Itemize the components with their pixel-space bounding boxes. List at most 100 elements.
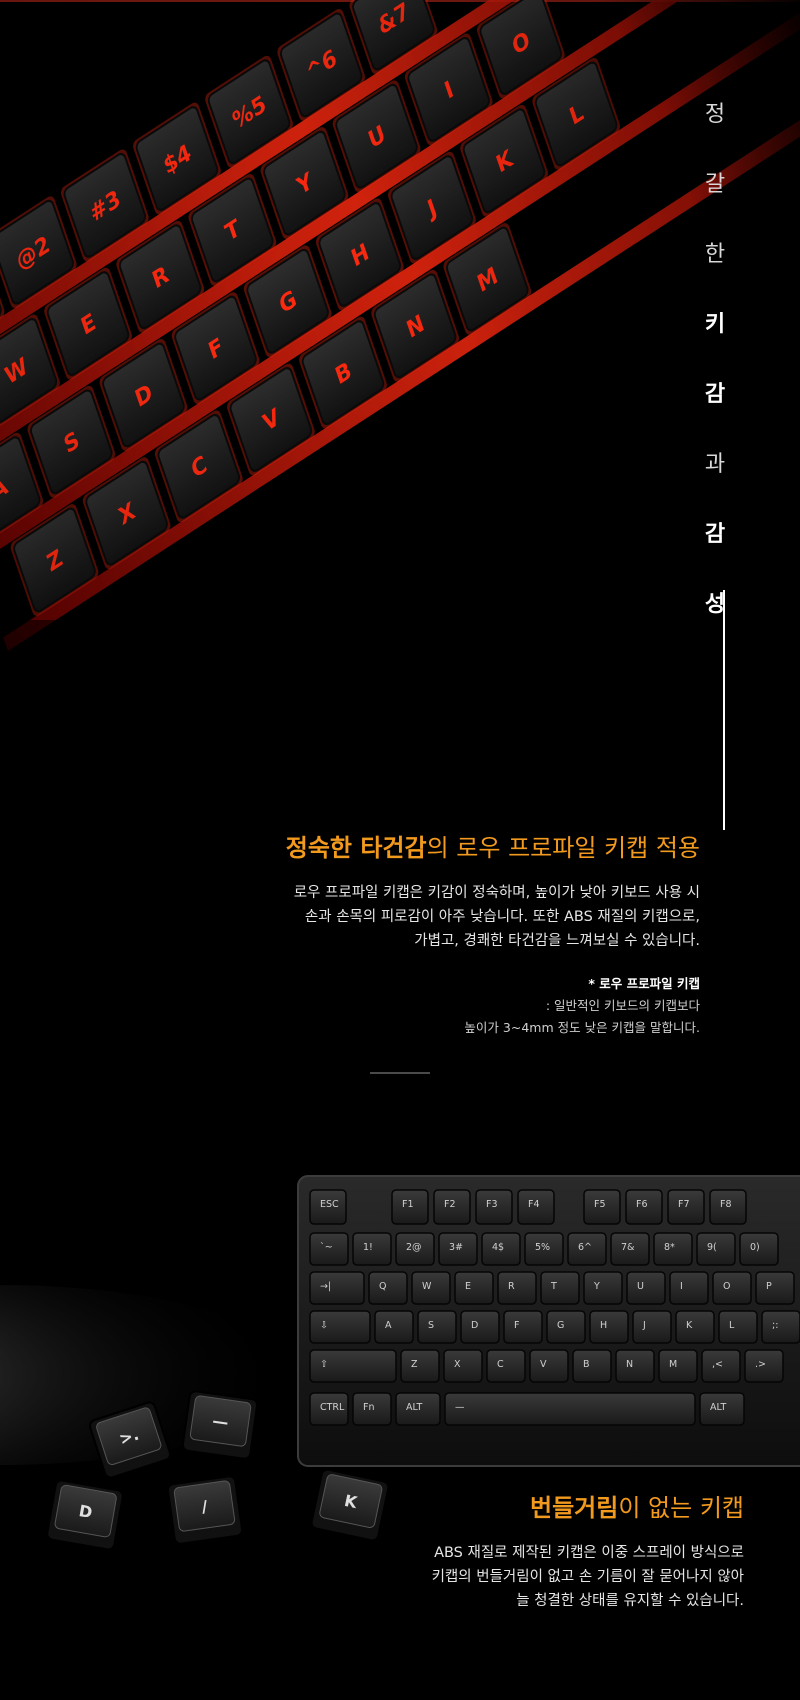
vertical-title-char: 한 (704, 242, 726, 267)
keycap-label: R (508, 1281, 515, 1292)
keycap-label: Y (593, 1281, 600, 1292)
keycap: ESC (309, 1189, 347, 1225)
keycap: Y (583, 1271, 623, 1305)
keycap-label: 2@ (406, 1242, 422, 1253)
keycap: 6^ (567, 1232, 607, 1266)
keycap-label: 9( (707, 1242, 717, 1253)
keycap: E (454, 1271, 494, 1305)
loose-keycap: D (46, 1479, 124, 1551)
keycap: J (632, 1310, 672, 1344)
vertical-title-char: 정 (704, 102, 726, 127)
hero-keyboard-section: ~!1@2#3$4%5^6&7QWERTYUIOASDFGHJKLZXCVBNM… (0, 0, 800, 830)
vertical-title-char: 과 (704, 452, 726, 477)
keycap: CTRL (309, 1392, 349, 1426)
loose-keycap: — (181, 1390, 259, 1460)
keycap-label: `~ (320, 1242, 333, 1253)
keycap-label: W (422, 1281, 432, 1292)
keycap: ⇩ (309, 1310, 371, 1344)
keycap-label: ,< (712, 1359, 723, 1370)
keycap: B (572, 1349, 612, 1383)
keycap-label: X (454, 1359, 461, 1370)
keycap-label: M (669, 1359, 677, 1370)
keycap: — (444, 1392, 696, 1426)
keycap: M (658, 1349, 698, 1383)
vertical-accent-line (723, 590, 725, 830)
keycap: O (712, 1271, 752, 1305)
keycap-label: F3 (486, 1199, 498, 1210)
red-backlit-keyboard-image: ~!1@2#3$4%5^6&7QWERTYUIOASDFGHJKLZXCVBNM (0, 0, 800, 830)
section1-body-line: 가볍고, 경쾌한 타건감을 느껴보실 수 있습니다. (414, 933, 700, 949)
keycap: F3 (475, 1189, 513, 1225)
keycap-label: A (385, 1320, 392, 1331)
keycap: V (529, 1349, 569, 1383)
section2-title-highlight: 번들거림 (530, 1494, 619, 1522)
keycap: F2 (433, 1189, 471, 1225)
section2-body-line: 늘 청결한 상태를 유지할 수 있습니다. (516, 1593, 744, 1609)
keycap: `~ (309, 1232, 349, 1266)
keycap-label: 1! (363, 1242, 373, 1253)
keycap: F5 (583, 1189, 621, 1225)
keycap-label: ⇧ (320, 1359, 328, 1370)
keycap: L (718, 1310, 758, 1344)
keycap: ,< (701, 1349, 741, 1383)
section1-body-line: 손과 손목의 피로감이 아주 낮습니다. 또한 ABS 재질의 키캡으로, (304, 909, 700, 925)
keycap-label: 4$ (492, 1242, 504, 1253)
section1-body: 로우 프로파일 키캡은 키감이 정숙하며, 높이가 낮아 키보드 사용 시 손과… (180, 881, 700, 953)
keycap-label: CTRL (320, 1402, 345, 1413)
keycap-label: B (583, 1359, 590, 1370)
keycap: U (626, 1271, 666, 1305)
keycap: P (755, 1271, 795, 1305)
keycap-label: F5 (594, 1199, 606, 1210)
keycap-label: V (540, 1359, 547, 1370)
keycap: H (589, 1310, 629, 1344)
keycap: F8 (709, 1189, 747, 1225)
section2-body-line: ABS 재질로 제작된 키캡은 이중 스프레이 방식으로 (434, 1545, 744, 1561)
keycap-label: Fn (363, 1402, 375, 1413)
vertical-title-char: 갈 (704, 172, 726, 197)
keycap-label: P (766, 1281, 772, 1292)
keycap-label: Z (411, 1359, 418, 1370)
keycap-label: ESC (320, 1199, 339, 1210)
section1-title: 정숙한 타건감의 로우 프로파일 키캡 적용 (180, 828, 700, 863)
vertical-title: 정갈한키감과감성 (700, 80, 730, 640)
section1-title-rest: 의 로우 프로파일 키캡 적용 (426, 834, 700, 862)
keycap-label: ;: (772, 1320, 778, 1331)
keycap: 3# (438, 1232, 478, 1266)
section-divider (370, 1072, 430, 1074)
keycap-label: — (455, 1402, 465, 1413)
keycap: X (443, 1349, 483, 1383)
keycap: Fn (352, 1392, 392, 1426)
keycap-label: G (557, 1320, 564, 1331)
keycap-label: ALT (710, 1402, 726, 1413)
keycap-label: F (514, 1320, 519, 1331)
keycap-label: F8 (720, 1199, 732, 1210)
keycap: C (486, 1349, 526, 1383)
keycap-label: S (428, 1320, 434, 1331)
keycap: R (497, 1271, 537, 1305)
section2-body: ABS 재질로 제작된 키캡은 이중 스프레이 방식으로 키캡의 번들거림이 없… (224, 1541, 744, 1613)
keycap: ALT (699, 1392, 745, 1426)
vertical-title-char: 감 (704, 522, 726, 547)
section2-title: 번들거림이 없는 키캡 (224, 1488, 744, 1523)
keycap-label: N (626, 1359, 633, 1370)
keycap-label: E (465, 1281, 471, 1292)
keycap-label: U (637, 1281, 644, 1292)
section1-footnote: * 로우 프로파일 키캡 : 일반적인 키보드의 키캡보다 높이가 3~4mm … (180, 973, 700, 1039)
keycap-label: I (680, 1281, 683, 1292)
keycap: 7& (610, 1232, 650, 1266)
keycap-label: F4 (528, 1199, 540, 1210)
keycap: ⇧ (309, 1349, 397, 1383)
keycap: Q (368, 1271, 408, 1305)
keycap-label: 6^ (578, 1242, 592, 1253)
keycap-label: T (550, 1281, 557, 1292)
keycap-label: K (686, 1320, 693, 1331)
keycap-label: D (471, 1320, 478, 1331)
keycap: F6 (625, 1189, 663, 1225)
footnote-term: * 로우 프로파일 키캡 (588, 976, 700, 991)
keycap: F1 (391, 1189, 429, 1225)
vertical-title-char: 감 (704, 382, 726, 407)
keycap-label: F1 (402, 1199, 414, 1210)
keycap: →| (309, 1271, 365, 1305)
keycap: 0) (739, 1232, 779, 1266)
keycap: 9( (696, 1232, 736, 1266)
